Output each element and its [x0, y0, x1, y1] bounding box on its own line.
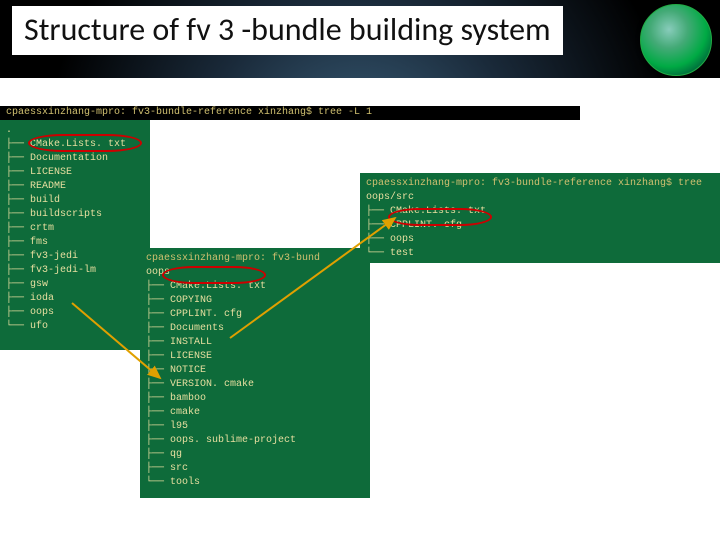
tree-main: . ├── CMake.Lists. txt├── Documentation├… — [0, 120, 150, 350]
oops-sub: oops — [146, 266, 364, 280]
tree-item: ├── README — [6, 180, 144, 194]
tree-item: ├── crtm — [6, 222, 144, 236]
tree-item: └── tools — [146, 476, 364, 490]
tree-item: ├── oops — [6, 306, 144, 320]
slide-header: Structure of fv 3 -bundle building syste… — [0, 0, 720, 78]
tree-item: ├── oops — [366, 233, 714, 247]
tree-item: ├── l95 — [146, 420, 364, 434]
oops-prompt: cpaessxinzhang-mpro: fv3-bund — [146, 252, 364, 266]
prompt-text: cpaessxinzhang-mpro: fv3-bundle-referenc… — [6, 107, 372, 118]
tree-item: ├── cmake — [146, 406, 364, 420]
tree-item: ├── CPPLINT. cfg — [366, 219, 714, 233]
tree-oops-src: cpaessxinzhang-mpro: fv3-bundle-referenc… — [360, 173, 720, 263]
tree-item: ├── bamboo — [146, 392, 364, 406]
tree-root: . — [6, 124, 144, 138]
tree-item: ├── CMake.Lists. txt — [146, 280, 364, 294]
tree-item: └── ufo — [6, 320, 144, 334]
tree-item: ├── Documents — [146, 322, 364, 336]
tree-item: ├── ioda — [6, 292, 144, 306]
tree-item: ├── VERSION. cmake — [146, 378, 364, 392]
tree-item: ├── src — [146, 462, 364, 476]
tree-item: ├── qg — [146, 448, 364, 462]
oops-src-prompt: cpaessxinzhang-mpro: fv3-bundle-referenc… — [366, 177, 714, 191]
tree-item: ├── CMake.Lists. txt — [6, 138, 144, 152]
tree-item: ├── buildscripts — [6, 208, 144, 222]
tree-item: ├── gsw — [6, 278, 144, 292]
tree-item: ├── Documentation — [6, 152, 144, 166]
tree-item: ├── LICENSE — [6, 166, 144, 180]
tree-item: ├── fv3-jedi-lm — [6, 264, 144, 278]
tree-item: ├── INSTALL — [146, 336, 364, 350]
slide-title: Structure of fv 3 -bundle building syste… — [12, 6, 563, 55]
tree-item: ├── fms — [6, 236, 144, 250]
tree-item: ├── COPYING — [146, 294, 364, 308]
jcsda-logo-icon — [640, 4, 712, 76]
tree-item: ├── oops. sublime-project — [146, 434, 364, 448]
tree-item: ├── LICENSE — [146, 350, 364, 364]
tree-oops: cpaessxinzhang-mpro: fv3-bund oops ├── C… — [140, 248, 370, 498]
terminal-prompt-main: cpaessxinzhang-mpro: fv3-bundle-referenc… — [0, 106, 580, 120]
tree-item: ├── build — [6, 194, 144, 208]
tree-item: ├── fv3-jedi — [6, 250, 144, 264]
tree-item: ├── NOTICE — [146, 364, 364, 378]
oops-src-sub: oops/src — [366, 191, 714, 205]
tree-item: └── test — [366, 247, 714, 261]
tree-item: ├── CMake.Lists. txt — [366, 205, 714, 219]
tree-item: ├── CPPLINT. cfg — [146, 308, 364, 322]
slide-body: cpaessxinzhang-mpro: fv3-bundle-referenc… — [0, 78, 720, 540]
